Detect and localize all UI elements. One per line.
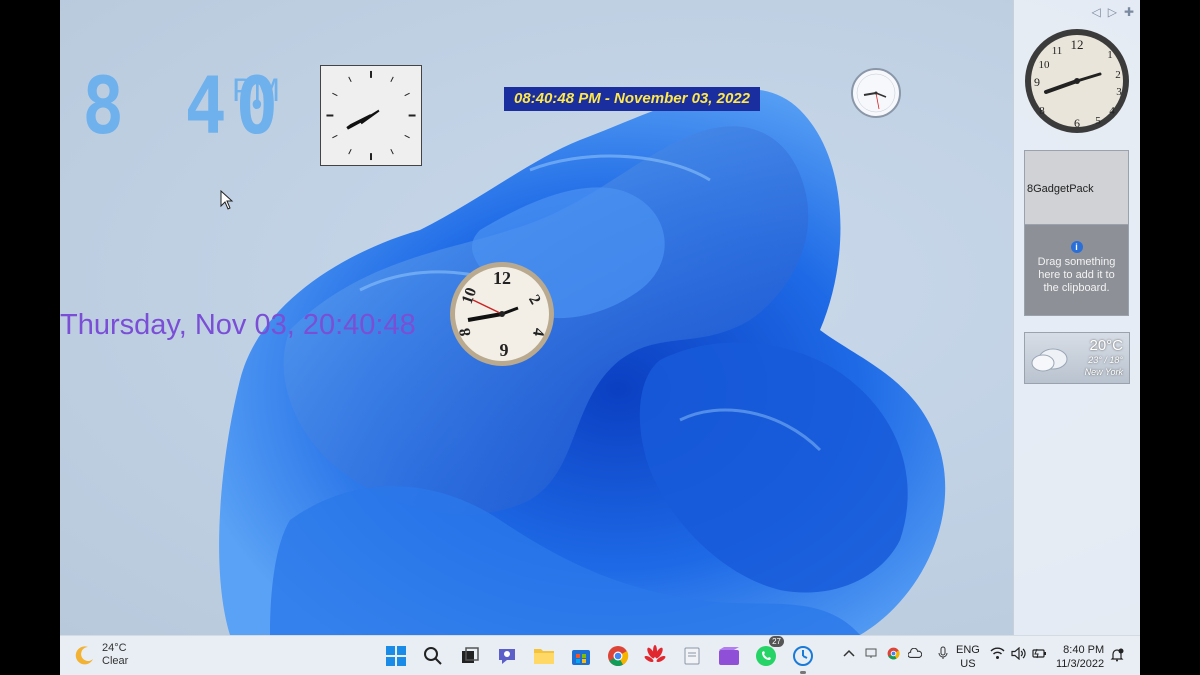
- huawei-button[interactable]: [641, 642, 669, 670]
- sidebar-add-icon[interactable]: ✚: [1124, 5, 1134, 19]
- svg-text:2: 2: [1115, 69, 1121, 81]
- sidebar-next-icon[interactable]: ▷: [1108, 5, 1117, 19]
- svg-text:8: 8: [1039, 105, 1045, 117]
- svg-text:6: 6: [1074, 116, 1080, 130]
- gadget-pack-title: 8GadgetPack: [1025, 151, 1128, 225]
- screen: 8 40 PM 08:40:48 PM - November 03, 2022 …: [60, 0, 1140, 675]
- mouse-cursor-icon: [220, 190, 234, 210]
- clipboard-info-text: Drag something here to add it to the cli…: [1037, 256, 1116, 294]
- notification-bell-icon[interactable]: [1110, 648, 1124, 662]
- svg-text:5: 5: [1095, 115, 1101, 127]
- chrome-button[interactable]: [604, 642, 632, 670]
- clock-icon: [793, 646, 813, 666]
- numeral-analog-clock[interactable]: 12 2 4 9 10 8: [448, 260, 556, 368]
- system-tray-icons: [842, 646, 950, 660]
- file-explorer-button[interactable]: [530, 642, 558, 670]
- language-code: ENG: [956, 644, 980, 656]
- svg-text:1: 1: [1107, 49, 1113, 61]
- svg-text:9: 9: [500, 340, 509, 360]
- folder-icon: [534, 649, 554, 664]
- whatsapp-badge: 27: [769, 636, 784, 647]
- sidebar-prev-icon[interactable]: ◁: [1091, 5, 1100, 19]
- moon-icon: [75, 646, 93, 665]
- clipboard-drop-zone[interactable]: i Drag something here to add it to the c…: [1025, 225, 1128, 295]
- onedrive-cloud-icon[interactable]: [908, 646, 922, 660]
- store-icon: [572, 650, 590, 665]
- whatsapp-icon: [756, 646, 776, 666]
- cloud-icon: [1031, 348, 1068, 372]
- region-code: US: [960, 658, 976, 670]
- taskbar-weather[interactable]: 24°C Clear: [74, 642, 128, 668]
- clipboard-gadget[interactable]: 8GadgetPack i Drag something here to add…: [1024, 150, 1129, 316]
- square-clock-face: [326, 70, 416, 161]
- chat-button[interactable]: [493, 642, 521, 670]
- chrome-tray-icon[interactable]: [886, 646, 900, 660]
- language-indicator[interactable]: ENG US: [956, 643, 980, 671]
- weather-city: New York: [1084, 367, 1123, 377]
- info-icon: i: [1070, 241, 1083, 253]
- purple-date-display: Thursday, Nov 03, 20:40:48: [60, 309, 416, 341]
- svg-text:11: 11: [1052, 45, 1063, 57]
- svg-text:12: 12: [493, 268, 511, 288]
- start-button[interactable]: [382, 642, 410, 670]
- svg-text:3: 3: [1116, 86, 1122, 98]
- taskbar: 24°C Clear 27 ENG US 8:40 PM 11/3/2022: [60, 635, 1140, 675]
- weather-gadget[interactable]: 20°C 23° / 18° New York: [1024, 332, 1130, 384]
- notepad-icon: [684, 647, 700, 665]
- sidebar-analog-clock[interactable]: 12 1 2 3 4 5 6 8 9 10 11: [1024, 28, 1130, 134]
- small-analog-clock[interactable]: [850, 67, 902, 119]
- led-clock-ampm: PM: [232, 72, 280, 108]
- taskbar-apps: 27: [382, 636, 817, 674]
- desktop[interactable]: 8 40 PM 08:40:48 PM - November 03, 2022 …: [60, 0, 1140, 635]
- search-icon: [424, 647, 442, 665]
- taskbar-time: 8:40 PM: [1063, 644, 1105, 656]
- task-view-icon: [462, 647, 479, 663]
- display-tray-icon[interactable]: [864, 646, 878, 660]
- show-hidden-icons-chevron-icon[interactable]: [842, 646, 856, 660]
- taskbar-weather-temp: 24°C: [102, 642, 127, 654]
- gadget-sidebar: ◁ ▷ ✚ 12 1 2 3 4 5 6 8 9 10 11 8GadgetPa…: [1013, 0, 1140, 635]
- notepad-button[interactable]: [678, 642, 706, 670]
- windows-logo-icon: [386, 646, 406, 666]
- active-app-indicator: [800, 671, 806, 674]
- chat-icon: [499, 649, 515, 664]
- svg-text:12: 12: [1071, 37, 1084, 52]
- huawei-icon: [644, 645, 666, 663]
- task-view-button[interactable]: [456, 642, 484, 670]
- clock-app-button[interactable]: [789, 642, 817, 674]
- wifi-icon: [990, 647, 1005, 659]
- taskbar-weather-condition: Clear: [102, 655, 129, 667]
- weather-temp: 20°C: [1089, 337, 1123, 354]
- taskbar-date: 11/3/2022: [1056, 658, 1105, 670]
- chrome-icon: [608, 646, 629, 666]
- taskbar-clock[interactable]: 8:40 PM 11/3/2022: [1056, 643, 1104, 671]
- store-button[interactable]: [567, 642, 595, 670]
- svg-text:10: 10: [1039, 59, 1051, 71]
- clipchamp-icon: [719, 647, 739, 665]
- volume-icon: [1011, 647, 1026, 660]
- search-button[interactable]: [419, 642, 447, 670]
- svg-text:9: 9: [1034, 75, 1040, 89]
- sidebar-controls: ◁ ▷ ✚: [1091, 5, 1134, 19]
- system-status-icons[interactable]: [990, 647, 1047, 660]
- microphone-icon[interactable]: [936, 646, 950, 660]
- square-analog-clock[interactable]: [320, 65, 422, 166]
- clipchamp-button[interactable]: [715, 642, 743, 670]
- weather-range: 23° / 18°: [1088, 355, 1123, 365]
- whatsapp-button[interactable]: 27: [752, 636, 784, 670]
- date-time-banner: 08:40:48 PM - November 03, 2022: [504, 87, 760, 111]
- battery-icon: [1032, 648, 1046, 659]
- svg-text:4: 4: [1109, 105, 1115, 117]
